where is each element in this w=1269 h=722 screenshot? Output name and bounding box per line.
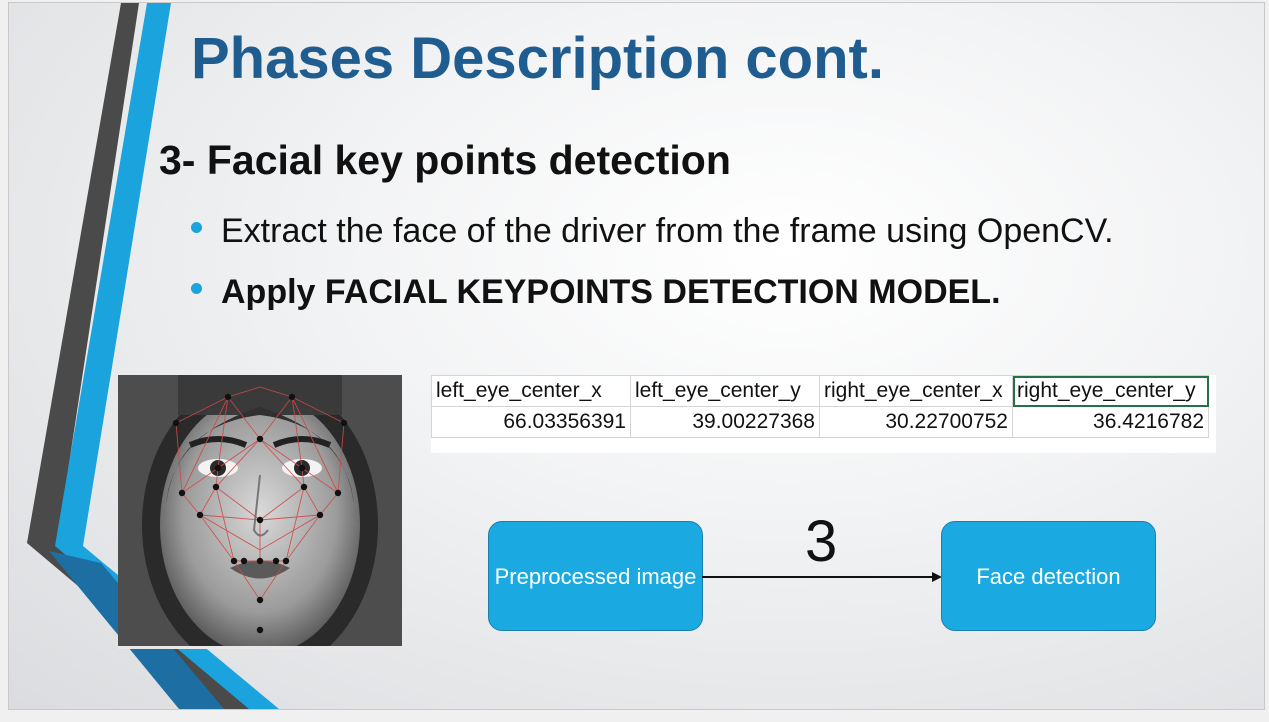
bullet-item: Extract the face of the driver from the … xyxy=(191,212,1114,251)
bullet-text: Apply FACIAL KEYPOINTS DETECTION MODEL. xyxy=(221,273,1001,311)
keypoints-table: left_eye_center_x left_eye_center_y righ… xyxy=(431,375,1209,438)
bullet-dot-icon xyxy=(191,222,202,233)
bullet-item: Apply FACIAL KEYPOINTS DETECTION MODEL. xyxy=(191,273,1001,312)
step-number: 3 xyxy=(805,509,838,574)
keypoints-table-image: left_eye_center_x left_eye_center_y righ… xyxy=(431,375,1216,453)
table-cell: 36.4216782 xyxy=(1012,406,1209,438)
table-header-cell: left_eye_center_x xyxy=(431,375,631,407)
section-heading: 3- Facial key points detection xyxy=(159,137,731,183)
table-cell: 66.03356391 xyxy=(431,406,631,438)
preprocessed-image-label: Preprocessed image xyxy=(494,563,697,589)
slide-title: Phases Description cont. xyxy=(191,26,884,91)
bullet-dot-icon xyxy=(191,283,202,294)
face-detection-box: Face detection xyxy=(941,521,1156,631)
preprocessed-image-box: Preprocessed image xyxy=(488,521,703,631)
table-cell: 39.00227368 xyxy=(630,406,820,438)
face-keypoints-image xyxy=(118,375,402,649)
table-header-cell: left_eye_center_y xyxy=(630,375,820,407)
table-row: 66.03356391 39.00227368 30.22700752 36.4… xyxy=(431,406,1209,438)
bullet-text: Extract the face of the driver from the … xyxy=(221,212,1114,250)
face-detection-label: Face detection xyxy=(976,563,1121,589)
table-cell: 30.22700752 xyxy=(819,406,1013,438)
slide: Phases Description cont. 3- Facial key p… xyxy=(8,2,1265,710)
table-header-row: left_eye_center_x left_eye_center_y righ… xyxy=(431,375,1209,407)
table-header-cell-selected: right_eye_center_y xyxy=(1012,375,1209,407)
table-header-cell: right_eye_center_x xyxy=(819,375,1013,407)
